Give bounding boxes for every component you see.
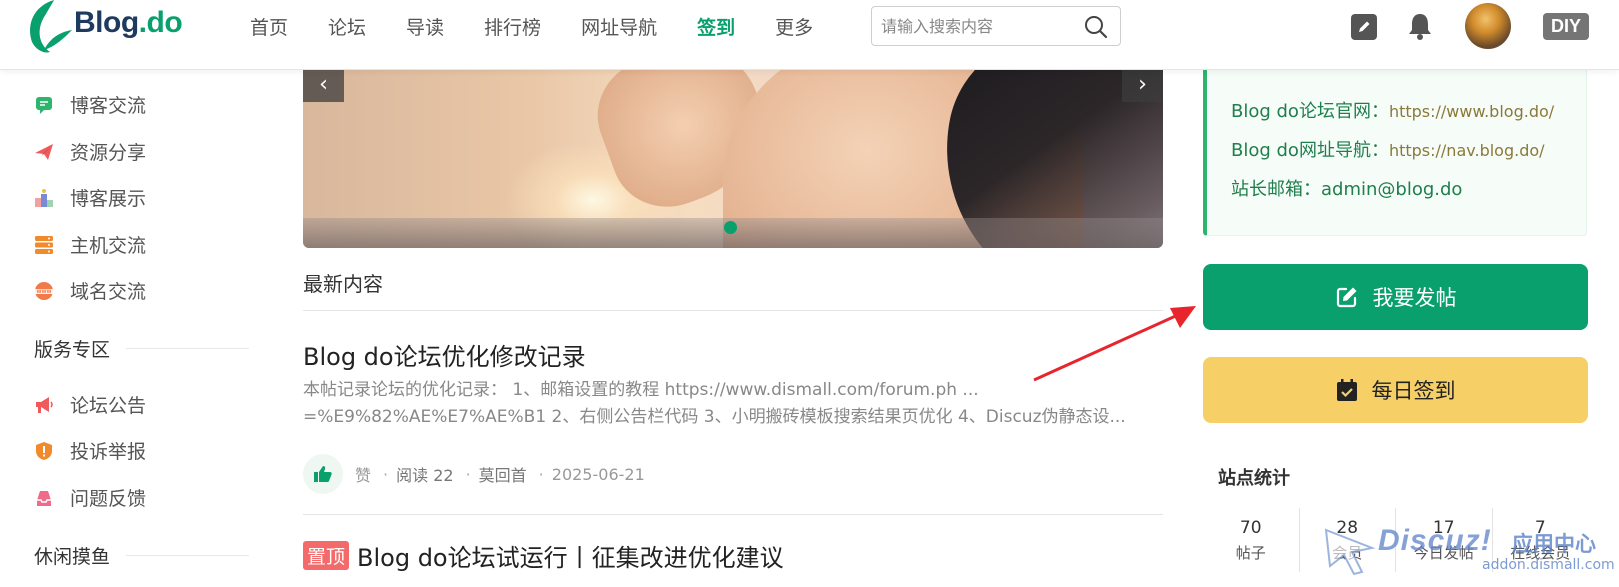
site-stats-title: 站点统计 bbox=[1218, 468, 1290, 489]
main-nav: 首页 论坛 导读 排行榜 网址导航 签到 更多 bbox=[250, 0, 853, 52]
carousel-dot-active[interactable] bbox=[724, 221, 737, 234]
view-count: 阅读 22 bbox=[396, 466, 454, 485]
logo-text-do: .do bbox=[138, 6, 183, 39]
sidebar-item-blog-chat[interactable]: 博客交流 bbox=[34, 91, 146, 118]
sidebar-item-label: 博客交流 bbox=[70, 95, 147, 117]
notice-row-forum: Blog do论坛官网：https://www.blog.do/ bbox=[1231, 97, 1554, 123]
diy-button[interactable]: DIY bbox=[1543, 13, 1589, 40]
paper-plane-icon bbox=[34, 142, 54, 162]
annotation-arrow-icon bbox=[1033, 306, 1196, 382]
notice-label: Blog do网址导航： bbox=[1231, 140, 1389, 161]
daily-signin-label: 每日签到 bbox=[1371, 379, 1456, 403]
post-title-link[interactable]: Blog do论坛试运行丨征集改进优化建议 bbox=[357, 544, 784, 572]
sidebar-item-label: 主机交流 bbox=[70, 235, 147, 257]
notice-label: Blog do论坛官网： bbox=[1231, 101, 1389, 122]
nav-url-link[interactable]: https://nav.blog.do/ bbox=[1389, 141, 1545, 160]
daily-signin-button[interactable]: 每日签到 bbox=[1203, 357, 1588, 423]
forum-url-link[interactable]: https://www.blog.do/ bbox=[1389, 102, 1554, 121]
inbox-icon bbox=[34, 488, 54, 508]
nav-guide[interactable]: 导读 bbox=[406, 13, 444, 40]
nav-more[interactable]: 更多 bbox=[775, 13, 813, 40]
sidebar-item-showcase[interactable]: 博客展示 bbox=[34, 184, 146, 211]
sidebar-item-hosting[interactable]: 主机交流 bbox=[34, 231, 146, 258]
shield-icon bbox=[34, 441, 54, 461]
latest-section-title: 最新内容 bbox=[303, 272, 383, 296]
carousel-prev-button[interactable]: ‹ bbox=[303, 70, 344, 102]
watermark-arrow-icon bbox=[1324, 528, 1376, 576]
watermark-brand: Discuz! bbox=[1378, 524, 1492, 557]
podium-icon bbox=[34, 188, 54, 208]
bell-icon[interactable] bbox=[1406, 11, 1434, 45]
site-logo[interactable]: Blog.do bbox=[20, 0, 183, 62]
watermark-url: addon.dismall.com bbox=[1482, 557, 1615, 573]
post-title-link[interactable]: Blog do论坛优化修改记录 bbox=[303, 337, 586, 372]
www-globe-icon: WWW bbox=[34, 281, 54, 301]
sidebar-section-admin: 版务专区 bbox=[34, 335, 249, 362]
new-post-label: 我要发帖 bbox=[1372, 286, 1457, 310]
sidebar-item-label: 域名交流 bbox=[70, 281, 147, 303]
sidebar-item-label: 论坛公告 bbox=[70, 395, 147, 417]
user-avatar[interactable] bbox=[1465, 3, 1511, 49]
thumbs-up-icon[interactable] bbox=[303, 454, 343, 494]
watermark-cn: 应用中心 bbox=[1512, 532, 1596, 556]
sidebar-item-resources[interactable]: 资源分享 bbox=[34, 138, 146, 165]
nav-site-directory[interactable]: 网址导航 bbox=[581, 13, 657, 40]
server-icon bbox=[34, 235, 54, 255]
pinned-post[interactable]: 置顶 Blog do论坛试运行丨征集改进优化建议 bbox=[303, 538, 784, 573]
sidebar-section-title: 休闲摸鱼 bbox=[34, 546, 111, 568]
divider bbox=[126, 348, 249, 349]
calendar-check-icon bbox=[1336, 378, 1358, 402]
post-excerpt-line: =%E9%82%AE%E7%AE%B1 2、右侧公告栏代码 3、小明搬砖模板搜索… bbox=[303, 407, 1126, 427]
chat-icon bbox=[34, 95, 54, 115]
post-date: 2025-06-21 bbox=[551, 464, 645, 484]
search-box bbox=[871, 6, 1121, 46]
stat-label: 帖子 bbox=[1235, 544, 1266, 562]
notice-row-nav: Blog do网址导航：https://nav.blog.do/ bbox=[1231, 136, 1545, 162]
sidebar-section-leisure: 休闲摸鱼 bbox=[34, 542, 249, 569]
search-input[interactable] bbox=[872, 7, 1072, 45]
sidebar-item-label: 资源分享 bbox=[70, 142, 147, 164]
stat-posts: 70 帖子 bbox=[1203, 508, 1300, 572]
nav-ranking[interactable]: 排行榜 bbox=[484, 13, 541, 40]
like-label[interactable]: 赞 bbox=[355, 462, 371, 486]
divider bbox=[126, 555, 249, 556]
compose-icon[interactable] bbox=[1351, 14, 1377, 40]
svg-text:WWW: WWW bbox=[37, 289, 52, 295]
site-notice-panel: 的交流环境。 Blog do论坛官网：https://www.blog.do/ … bbox=[1203, 60, 1587, 236]
post-author[interactable]: 莫回首 bbox=[479, 462, 527, 486]
sidebar-item-feedback[interactable]: 问题反馈 bbox=[34, 484, 146, 511]
sidebar-item-domains[interactable]: WWW 域名交流 bbox=[34, 277, 146, 304]
notice-row-email: 站长邮箱：admin@blog.do bbox=[1231, 179, 1463, 200]
nav-forum[interactable]: 论坛 bbox=[328, 13, 366, 40]
sidebar-item-label: 问题反馈 bbox=[70, 488, 147, 510]
megaphone-icon bbox=[34, 395, 54, 415]
search-icon[interactable] bbox=[1084, 15, 1108, 43]
carousel-banner[interactable]: ‹ › bbox=[303, 70, 1163, 248]
sidebar-item-label: 投诉举报 bbox=[70, 441, 147, 463]
carousel-next-button[interactable]: › bbox=[1122, 70, 1163, 102]
logo-text-blog: Blog bbox=[74, 6, 139, 39]
logo-leaf-icon bbox=[30, 0, 72, 53]
sidebar-item-label: 博客展示 bbox=[70, 188, 147, 210]
nav-home[interactable]: 首页 bbox=[250, 13, 288, 40]
stat-value: 70 bbox=[1239, 518, 1262, 538]
sidebar-item-reports[interactable]: 投诉举报 bbox=[34, 437, 146, 464]
pinned-badge: 置顶 bbox=[303, 541, 350, 570]
left-sidebar: 博客交流 资源分享 博客展示 主机交流 WWW 域名交流 版务专区 论坛公告 投… bbox=[0, 70, 250, 587]
sidebar-section-title: 版务专区 bbox=[34, 339, 111, 361]
edit-square-icon bbox=[1335, 285, 1359, 309]
new-post-button[interactable]: 我要发帖 bbox=[1203, 264, 1588, 330]
nav-signin[interactable]: 签到 bbox=[697, 13, 735, 40]
divider bbox=[303, 514, 1163, 515]
sidebar-item-announcements[interactable]: 论坛公告 bbox=[34, 391, 146, 418]
top-header: Blog.do 首页 论坛 导读 排行榜 网址导航 签到 更多 DIY bbox=[0, 0, 1619, 70]
post-meta: 赞 · 阅读 22 · 莫回首 · 2025-06-21 bbox=[303, 454, 657, 494]
discuz-watermark: Discuz! 应用中心 addon.dismall.com bbox=[1322, 520, 1615, 582]
